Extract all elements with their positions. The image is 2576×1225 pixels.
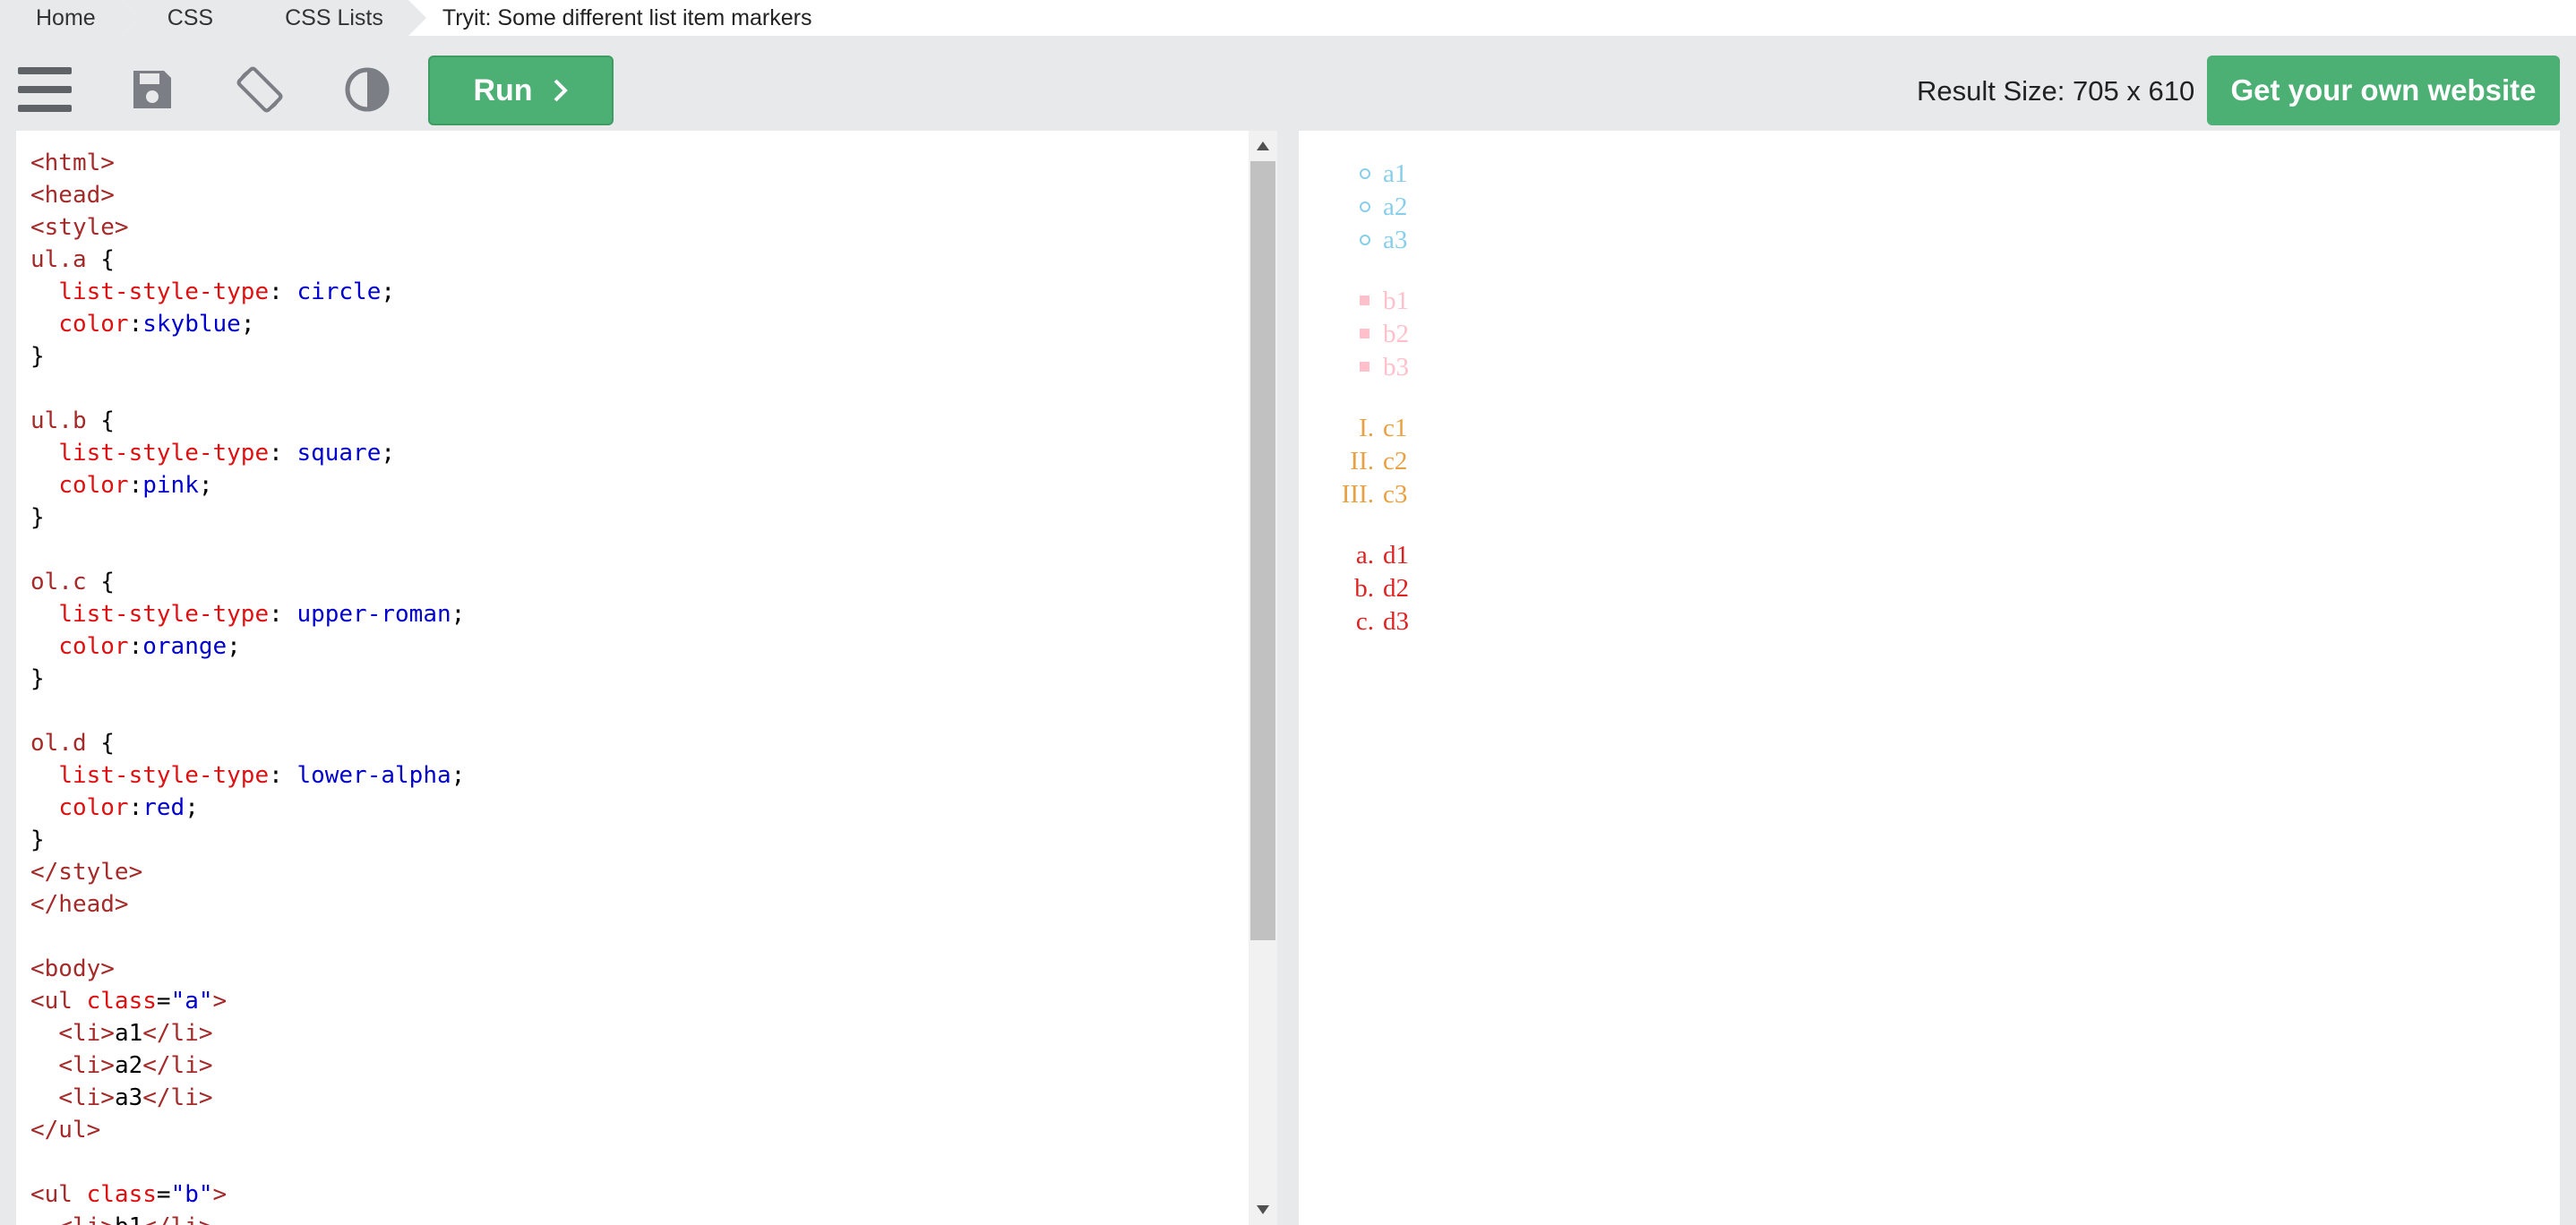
list-item: a3 — [1360, 224, 1407, 257]
code-line[interactable]: } — [30, 663, 465, 695]
code-line[interactable]: } — [30, 824, 465, 856]
code-line[interactable]: ol.c { — [30, 566, 465, 598]
rotate-icon[interactable] — [233, 63, 287, 116]
code-line[interactable] — [30, 1146, 465, 1178]
chevron-right-icon — [554, 79, 568, 102]
code-line[interactable]: } — [30, 340, 465, 373]
code-line[interactable]: } — [30, 501, 465, 534]
square-marker — [1360, 329, 1370, 338]
code-line[interactable]: <head> — [30, 179, 465, 211]
code-line[interactable]: ul.a { — [30, 244, 465, 276]
save-icon[interactable] — [125, 63, 179, 116]
list-b: b1 b2 b3 — [1360, 285, 1409, 384]
contrast-icon[interactable] — [340, 63, 394, 116]
square-marker — [1360, 362, 1370, 372]
code-line[interactable]: </style> — [30, 856, 465, 888]
code-line[interactable]: ol.d { — [30, 727, 465, 759]
code-line[interactable]: list-style-type: circle; — [30, 276, 465, 308]
scroll-up-icon[interactable] — [1257, 141, 1269, 150]
list-item: II. c2 — [1350, 447, 1408, 475]
toolbar: Run Result Size: 705 x 610 Get your own … — [0, 36, 2576, 133]
run-label: Run — [473, 73, 533, 107]
breadcrumb-css[interactable]: CSS — [120, 0, 257, 36]
run-button[interactable]: Run — [428, 56, 614, 125]
editor-scrollbar[interactable] — [1249, 131, 1277, 1225]
menu-icon[interactable] — [18, 63, 72, 116]
list-c: I. c1 II. c2 III. c3 — [1341, 412, 1408, 511]
code-line[interactable]: <html> — [30, 147, 465, 179]
code-line[interactable]: </ul> — [30, 1114, 465, 1146]
code-line[interactable]: <style> — [30, 211, 465, 244]
code-line[interactable] — [30, 695, 465, 727]
code-line[interactable]: list-style-type: lower-alpha; — [30, 759, 465, 792]
get-own-website-button[interactable]: Get your own website — [2207, 56, 2560, 125]
code-line[interactable]: <body> — [30, 953, 465, 985]
result-frame: a1 a2 a3 b1 b2 b3 I. c1 II. c2 III. c3 a. d1… — [1299, 131, 2560, 1225]
code-content[interactable]: <html> <head> <style> ul.a { list-style-typ… — [30, 147, 465, 1225]
code-line[interactable]: color:orange; — [30, 630, 465, 663]
list-item: a2 — [1360, 191, 1407, 224]
code-line[interactable]: <ul class="a"> — [30, 985, 465, 1017]
code-line[interactable]: color:skyblue; — [30, 308, 465, 340]
code-line[interactable]: color:red; — [30, 792, 465, 824]
breadcrumb: Home CSS CSS Lists Tryit: Some different… — [0, 0, 2576, 36]
list-a: a1 a2 a3 — [1360, 158, 1407, 257]
list-item: I. c1 — [1359, 414, 1408, 442]
code-line[interactable] — [30, 373, 465, 405]
breadcrumb-css-lists[interactable]: CSS Lists — [238, 0, 426, 36]
code-line[interactable]: list-style-type: upper-roman; — [30, 598, 465, 630]
code-line[interactable]: color:pink; — [30, 469, 465, 501]
scroll-thumb[interactable] — [1250, 161, 1275, 940]
code-line[interactable] — [30, 534, 465, 566]
code-line[interactable]: <li>a2</li> — [30, 1049, 465, 1082]
code-line[interactable]: <ul class="b"> — [30, 1178, 465, 1211]
breadcrumb-current: Tryit: Some different list item markers — [442, 4, 812, 30]
list-item: b. d2 — [1354, 574, 1409, 603]
code-line[interactable] — [30, 921, 465, 953]
circle-marker — [1360, 235, 1370, 245]
list-item: b3 — [1360, 351, 1409, 384]
breadcrumb-home[interactable]: Home — [0, 0, 139, 36]
list-item: a. d1 — [1355, 541, 1409, 570]
square-marker — [1360, 296, 1370, 305]
list-d: a. d1 b. d2 c. d3 — [1354, 539, 1409, 638]
result-size: Result Size: 705 x 610 — [1917, 75, 2195, 107]
list-item: III. c3 — [1341, 480, 1408, 509]
list-item: b2 — [1360, 318, 1409, 351]
list-item: c. d3 — [1355, 607, 1409, 636]
circle-marker — [1360, 201, 1370, 212]
code-line[interactable]: </head> — [30, 888, 465, 921]
scroll-down-icon[interactable] — [1257, 1205, 1269, 1214]
list-item: a1 — [1360, 158, 1407, 191]
list-item: b1 — [1360, 285, 1409, 318]
code-line[interactable]: <li>b1</li> — [30, 1211, 465, 1225]
code-editor[interactable]: <html> <head> <style> ul.a { list-style-typ… — [16, 131, 1277, 1225]
code-line[interactable]: list-style-type: square; — [30, 437, 465, 469]
code-line[interactable]: <li>a1</li> — [30, 1017, 465, 1049]
code-line[interactable]: <li>a3</li> — [30, 1082, 465, 1114]
circle-marker — [1360, 168, 1370, 179]
code-line[interactable]: ul.b { — [30, 405, 465, 437]
